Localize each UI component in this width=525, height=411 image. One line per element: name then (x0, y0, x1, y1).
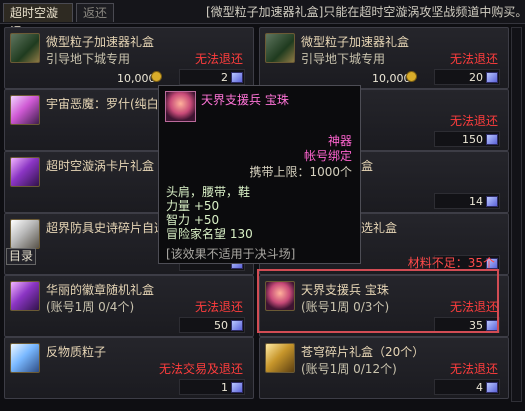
bag-icon (486, 72, 498, 83)
purple-box-icon (10, 281, 40, 311)
item-title: 超时空漩涡卡片礼盒 (46, 159, 155, 173)
bag-icon (231, 382, 243, 393)
item-quantity: 4 (476, 381, 483, 394)
item-quantity: 50 (214, 319, 228, 332)
item-price: 10,000 (117, 72, 156, 85)
bag-icon (486, 196, 498, 207)
bag-icon (486, 320, 498, 331)
quantity-box: 35 (434, 317, 500, 333)
item-subtitle: 引导地下城专用 (301, 52, 386, 66)
item-title: 宇宙恶魔：罗什(纯白) (46, 97, 164, 111)
orb-icon (165, 91, 196, 122)
item-title: 微型粒子加速器礼盒 (46, 35, 155, 49)
bag-icon (486, 134, 498, 145)
item-card[interactable]: 苍穹碎片礼盒（20个） (账号1周 0/12个) 无法退还 4 (259, 337, 509, 399)
item-quantity: 2 (221, 71, 228, 84)
refund-status: 无法交易及退还 (158, 362, 243, 376)
white-box-icon (10, 219, 40, 249)
refund-status: 无法退还 (449, 362, 498, 376)
item-quantity: 14 (469, 195, 483, 208)
item-card[interactable]: 微型粒子加速器礼盒 引导地下城专用 无法退还 10,000 20 (259, 27, 509, 89)
item-subtitle: (账号1周 0/12个) (301, 362, 397, 376)
channel-notice: [微型粒子加速器礼盒]只能在超时空漩涡攻坚战频道中购买。 (206, 5, 525, 19)
item-tooltip: 天界支援兵 宝珠 神器 帐号绑定 携带上限：1000个 头肩，腰带，鞋 力量 +… (158, 85, 361, 264)
item-card[interactable]: 微型粒子加速器礼盒 引导地下城专用 无法退还 10,000 2 (4, 27, 254, 89)
coin-icon (406, 71, 417, 82)
refund-status: 无法退还 (449, 52, 498, 66)
item-title: 苍穹碎片礼盒（20个） (301, 345, 425, 359)
bag-icon (486, 382, 498, 393)
quantity-box: 2 (179, 69, 245, 85)
item-quantity: 35 (469, 319, 483, 332)
tab-vortex[interactable]: 超时空漩涡 (3, 3, 73, 39)
bag-icon (231, 320, 243, 331)
item-price: 10,000 (372, 72, 411, 85)
refund-status: 无法退还 (194, 52, 243, 66)
item-title: 天界支援兵 宝珠 (301, 283, 389, 297)
quantity-box: 1 (179, 379, 245, 395)
refund-status: 无法退还 (449, 114, 498, 128)
refund-status: 无法退还 (194, 300, 243, 314)
green-box-icon (10, 33, 40, 63)
coin-icon (151, 71, 162, 82)
catalog-button[interactable]: 目录 (6, 248, 36, 265)
quantity-box: 4 (434, 379, 500, 395)
item-quantity: 20 (469, 71, 483, 84)
purple-box-icon (10, 157, 40, 187)
top-bar: 超时空漩涡 返还 [微型粒子加速器礼盒]只能在超时空漩涡攻坚战频道中购买。 (0, 0, 525, 39)
quantity-box: 50 (179, 317, 245, 333)
crystal-icon (10, 343, 40, 373)
bag-icon (231, 72, 243, 83)
tooltip-carry-limit: 携带上限：1000个 (249, 165, 352, 179)
quantity-box: 20 (434, 69, 500, 85)
refund-status: 无法退还 (449, 300, 498, 314)
quantity-box: 150 (434, 131, 500, 147)
quantity-box: 14 (434, 193, 500, 209)
tooltip-bind: 帐号绑定 (303, 149, 352, 163)
pink-box-icon (10, 95, 40, 125)
item-subtitle: (账号1周 0/3个) (301, 300, 390, 314)
item-card[interactable]: 反物质粒子无法交易及退还 1 (4, 337, 254, 399)
tooltip-title: 天界支援兵 宝珠 (201, 93, 289, 107)
item-subtitle: 引导地下城专用 (46, 52, 131, 66)
green-box-icon (265, 33, 295, 63)
item-card[interactable]: 天界支援兵 宝珠 (账号1周 0/3个) 无法退还 35 (259, 275, 509, 337)
gold-box-icon (265, 343, 295, 373)
tooltip-stat-fame: 冒险家名望 130 (166, 227, 253, 241)
item-quantity: 1 (221, 381, 228, 394)
scrollbar[interactable] (511, 27, 522, 402)
orb-icon (265, 281, 295, 311)
item-title: 反物质粒子 (46, 345, 107, 359)
tooltip-note: [该效果不适用于决斗场] (166, 247, 296, 261)
item-card[interactable]: 华丽的徽章随机礼盒 (账号1周 0/4个) 无法退还 50 (4, 275, 254, 337)
item-title: 超界防具史诗碎片自选 (46, 221, 167, 235)
item-title: 微型粒子加速器礼盒 (301, 35, 410, 49)
item-subtitle: (账号1周 0/4个) (46, 300, 135, 314)
tab-refund[interactable]: 返还 (76, 3, 114, 22)
item-title: 华丽的徽章随机礼盒 (46, 283, 155, 297)
item-quantity: 150 (462, 133, 483, 146)
